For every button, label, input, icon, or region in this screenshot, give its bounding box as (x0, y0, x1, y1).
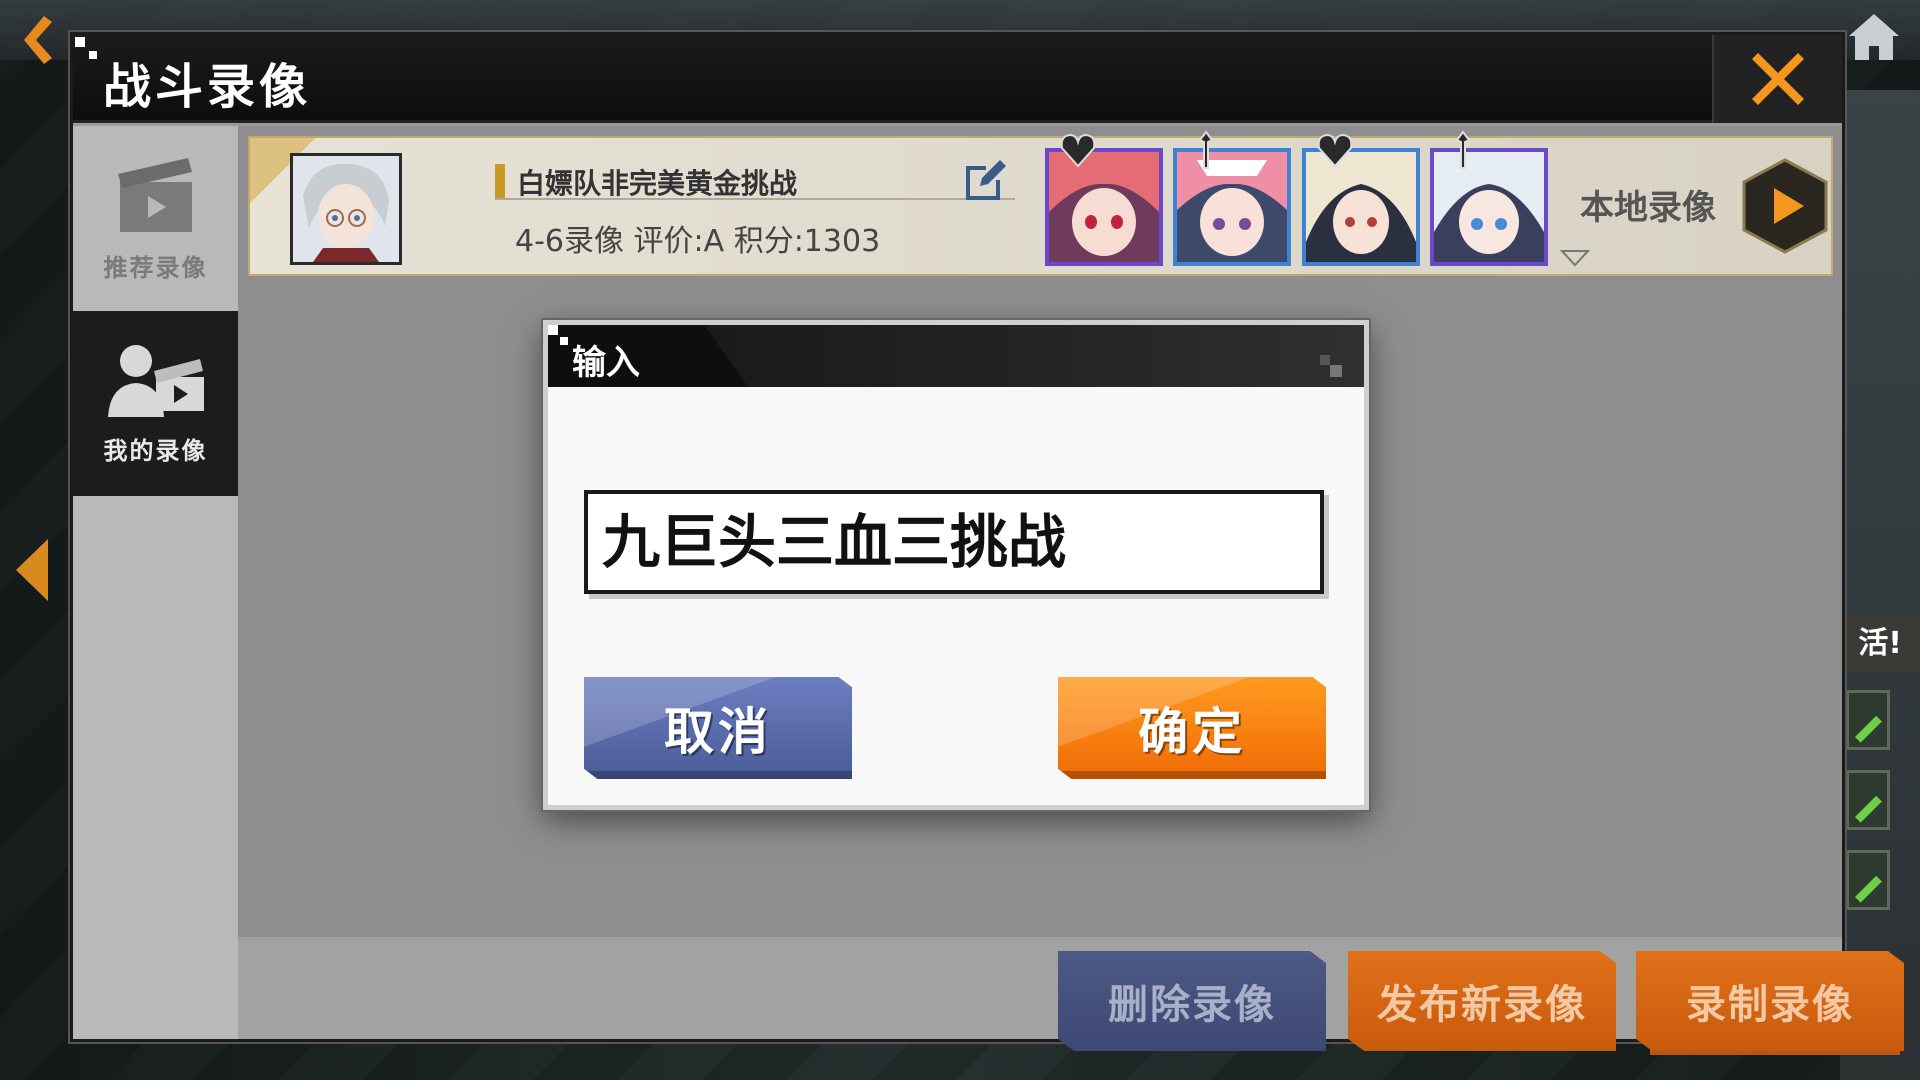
confirm-button[interactable]: 确定 (1058, 677, 1326, 779)
corner-decoration (548, 325, 574, 351)
replay-name-input[interactable]: 九巨头三血三挑战 (584, 490, 1324, 594)
dialog-title: 输入 (572, 343, 640, 383)
button-edge (1058, 771, 1326, 779)
cancel-label: 取消 (664, 702, 772, 761)
button-edge (584, 771, 852, 779)
input-dialog: 输入 九巨头三血三挑战 取消 确定 (543, 320, 1369, 810)
dialog-header: 输入 (548, 325, 1364, 387)
grid-decoration (1320, 355, 1344, 379)
confirm-label: 确定 (1138, 702, 1246, 761)
cancel-button[interactable]: 取消 (584, 677, 852, 779)
